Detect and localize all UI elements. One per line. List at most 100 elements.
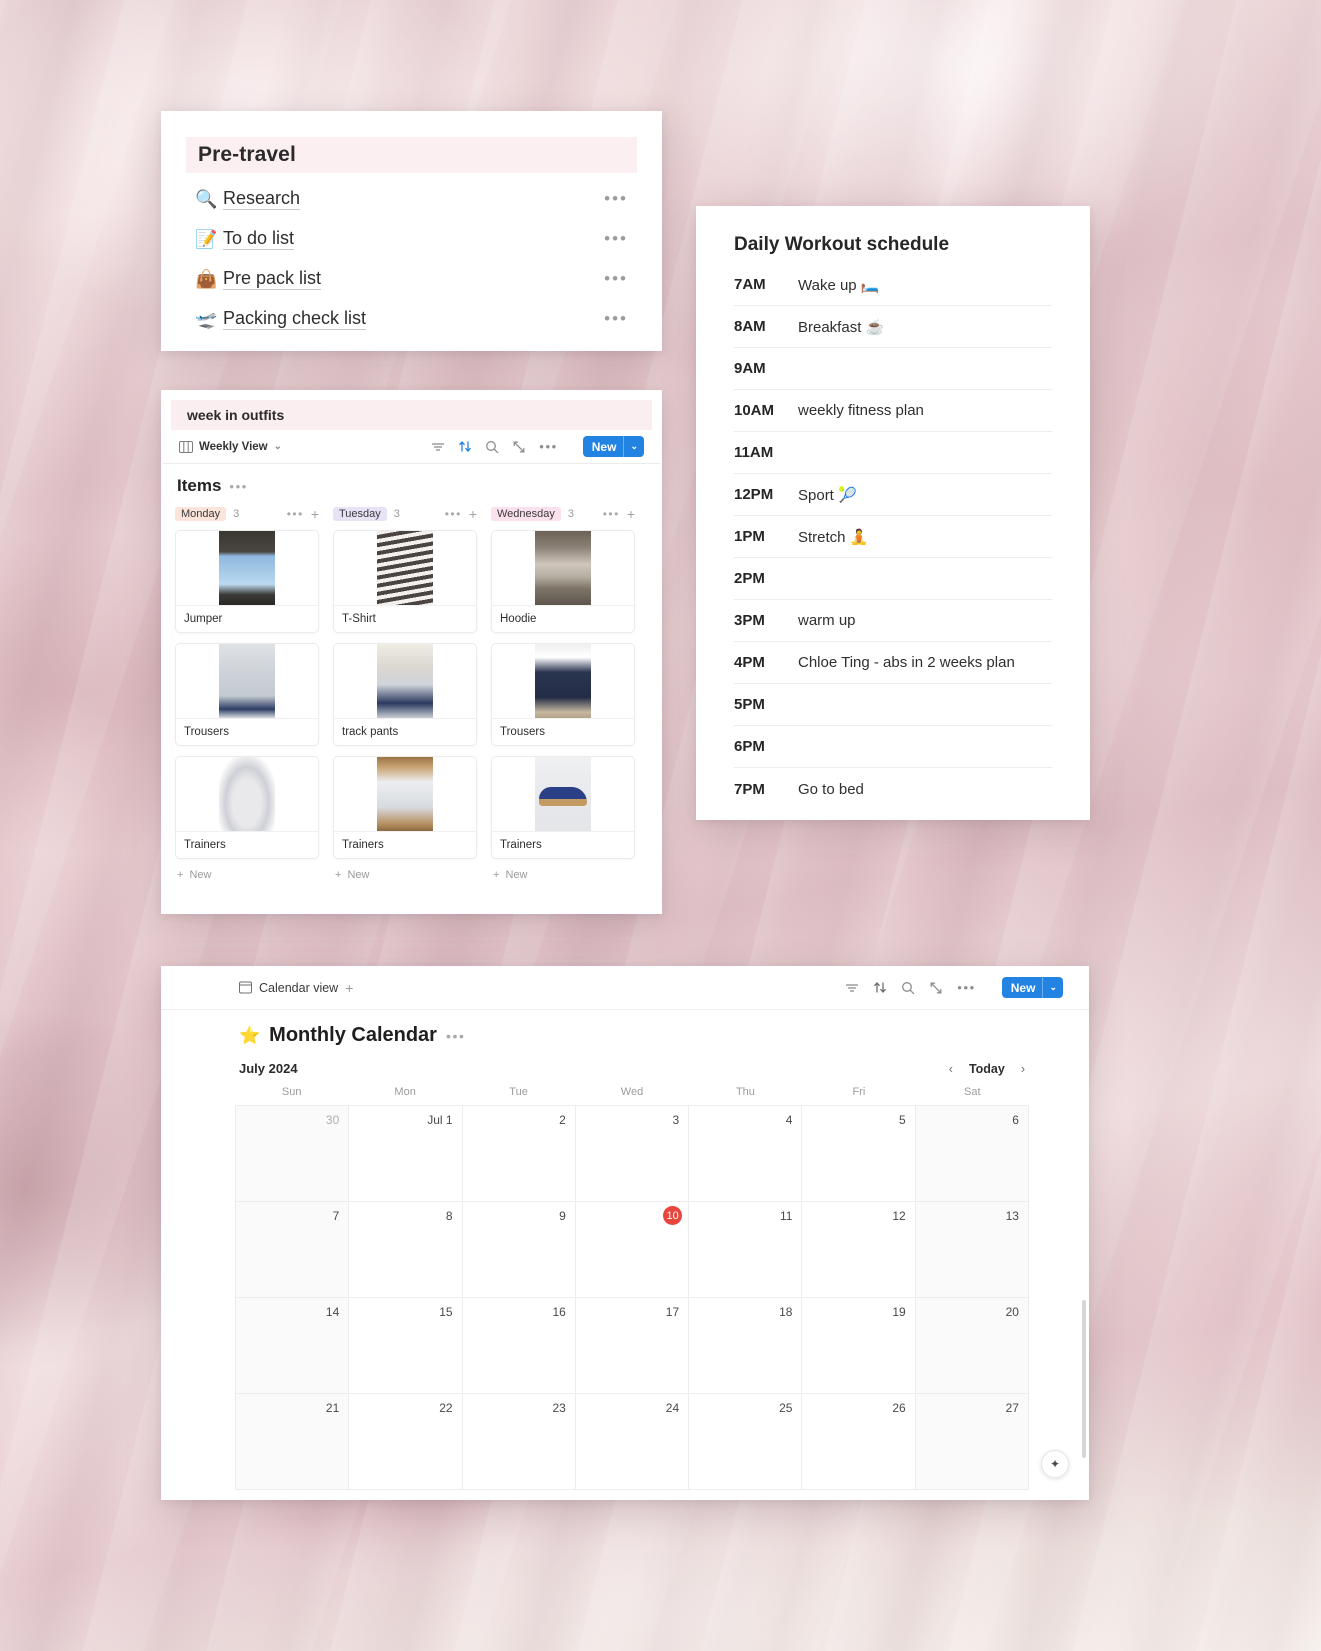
expand-icon[interactable] — [512, 440, 526, 454]
outfits-view-selector[interactable]: Weekly View ⌄ — [179, 440, 282, 453]
calendar-day-cell[interactable]: 21 — [236, 1394, 350, 1490]
calendar-day-cell[interactable]: 15 — [349, 1298, 463, 1394]
outfit-card[interactable]: T-Shirt — [333, 530, 477, 633]
workout-row[interactable]: 3PM warm up — [734, 600, 1052, 642]
today-button[interactable]: Today — [969, 1062, 1005, 1076]
calendar-day-cell[interactable]: 16 — [462, 1298, 576, 1394]
pre-travel-item-more-icon[interactable]: ••• — [604, 309, 628, 329]
calendar-day-cell[interactable]: 4 — [689, 1106, 803, 1202]
workout-row[interactable]: 4PM Chloe Ting - abs in 2 weeks plan — [734, 642, 1052, 684]
column-more-icon[interactable]: ••• — [445, 507, 462, 521]
sort-icon[interactable] — [458, 440, 472, 453]
outfit-card[interactable]: Trousers — [491, 643, 635, 746]
calendar-day-cell[interactable]: 19 — [802, 1298, 916, 1394]
workout-row[interactable]: 7AM Wake up 🛏️ — [734, 264, 1052, 306]
calendar-day-cell[interactable]: 30 — [236, 1106, 350, 1202]
pre-travel-item-label[interactable]: To do list — [223, 228, 295, 251]
pre-travel-item[interactable]: 🔍 Research ••• — [183, 179, 640, 219]
page-title-more-icon[interactable]: ••• — [446, 1028, 466, 1044]
workout-row[interactable]: 2PM — [734, 558, 1052, 600]
outfit-card[interactable]: Jumper — [175, 530, 319, 633]
column-add-icon[interactable]: + — [627, 507, 635, 521]
new-button-chevron-down-icon[interactable]: ⌄ — [1043, 982, 1063, 993]
calendar-day-cell[interactable]: 27 — [915, 1394, 1029, 1490]
workout-task[interactable]: Go to bed — [798, 781, 864, 798]
pre-travel-item-more-icon[interactable]: ••• — [604, 269, 628, 289]
calendar-day-cell[interactable]: 3 — [575, 1106, 690, 1202]
calendar-day-cell[interactable]: 13 — [915, 1202, 1029, 1298]
search-icon[interactable] — [901, 981, 915, 995]
calendar-day-cell[interactable]: 25 — [689, 1394, 803, 1490]
pre-travel-item[interactable]: 🛫 Packing check list ••• — [183, 299, 640, 339]
outfits-items-more-icon[interactable]: ••• — [229, 479, 247, 494]
add-outfit-row[interactable]: + New — [333, 869, 477, 881]
calendar-day-cell[interactable]: 26 — [802, 1394, 916, 1490]
calendar-day-cell[interactable]: 11 — [689, 1202, 803, 1298]
calendar-day-cell[interactable]: 8 — [349, 1202, 463, 1298]
workout-row[interactable]: 7PM Go to bed — [734, 768, 1052, 810]
pre-travel-item[interactable]: 👜 Pre pack list ••• — [183, 259, 640, 299]
workout-task[interactable]: Sport 🎾 — [798, 486, 857, 504]
add-outfit-row[interactable]: + New — [491, 869, 635, 881]
calendar-day-cell[interactable]: 12 — [802, 1202, 916, 1298]
calendar-day-cell[interactable]: 9 — [462, 1202, 576, 1298]
workout-row[interactable]: 8AM Breakfast ☕ — [734, 306, 1052, 348]
more-options-icon[interactable]: ••• — [539, 439, 557, 454]
outfit-card[interactable]: Trainers — [491, 756, 635, 859]
add-outfit-row[interactable]: + New — [175, 869, 319, 881]
outfit-card[interactable]: Trousers — [175, 643, 319, 746]
calendar-view-selector[interactable]: Calendar view + — [239, 980, 353, 996]
calendar-day-cell[interactable]: 22 — [349, 1394, 463, 1490]
calendar-scrollbar[interactable] — [1082, 1300, 1086, 1458]
workout-task[interactable]: Wake up 🛏️ — [798, 276, 879, 294]
outfit-card[interactable]: Trainers — [175, 756, 319, 859]
day-chip[interactable]: Tuesday — [333, 507, 387, 521]
workout-row[interactable]: 12PM Sport 🎾 — [734, 474, 1052, 516]
workout-row[interactable]: 1PM Stretch 🧘 — [734, 516, 1052, 558]
workout-task[interactable]: Stretch 🧘 — [798, 528, 868, 546]
calendar-day-cell[interactable]: 18 — [689, 1298, 803, 1394]
filter-icon[interactable] — [845, 982, 859, 994]
filter-icon[interactable] — [431, 441, 445, 453]
calendar-day-cell[interactable]: 6 — [915, 1106, 1029, 1202]
outfit-card[interactable]: Hoodie — [491, 530, 635, 633]
workout-row[interactable]: 5PM — [734, 684, 1052, 726]
calendar-day-cell[interactable]: 17 — [575, 1298, 690, 1394]
workout-task[interactable]: weekly fitness plan — [798, 402, 924, 419]
ai-sparkle-button[interactable]: ✦ — [1041, 1450, 1069, 1478]
outfits-new-button[interactable]: New ⌄ — [582, 436, 644, 457]
column-add-icon[interactable]: + — [311, 507, 319, 521]
day-chip[interactable]: Monday — [175, 507, 227, 521]
next-month-icon[interactable]: › — [1021, 1062, 1025, 1076]
day-chip[interactable]: Wednesday — [491, 507, 561, 521]
calendar-day-cell[interactable]: 24 — [575, 1394, 690, 1490]
calendar-day-cell[interactable]: 14 — [236, 1298, 350, 1394]
workout-row[interactable]: 11AM — [734, 432, 1052, 474]
column-more-icon[interactable]: ••• — [287, 507, 304, 521]
pre-travel-item-more-icon[interactable]: ••• — [604, 189, 628, 209]
search-icon[interactable] — [485, 440, 499, 454]
workout-task[interactable]: warm up — [798, 612, 856, 629]
workout-row[interactable]: 9AM — [734, 348, 1052, 390]
workout-task[interactable]: Breakfast ☕ — [798, 318, 884, 336]
column-more-icon[interactable]: ••• — [603, 507, 620, 521]
add-view-icon[interactable]: + — [345, 980, 353, 996]
workout-row[interactable]: 6PM — [734, 726, 1052, 768]
calendar-day-cell[interactable]: Jul 1 — [349, 1106, 463, 1202]
pre-travel-item-more-icon[interactable]: ••• — [604, 229, 628, 249]
pre-travel-item[interactable]: 📝 To do list ••• — [183, 219, 640, 259]
workout-row[interactable]: 10AM weekly fitness plan — [734, 390, 1052, 432]
sort-icon[interactable] — [873, 981, 887, 994]
column-add-icon[interactable]: + — [469, 507, 477, 521]
outfit-card[interactable]: track pants — [333, 643, 477, 746]
calendar-day-cell[interactable]: 23 — [462, 1394, 576, 1490]
pre-travel-item-label[interactable]: Packing check list — [223, 308, 367, 331]
workout-task[interactable]: Chloe Ting - abs in 2 weeks plan — [798, 654, 1015, 671]
pre-travel-item-label[interactable]: Pre pack list — [223, 268, 322, 291]
pre-travel-item-label[interactable]: Research — [223, 188, 301, 211]
expand-icon[interactable] — [929, 981, 943, 995]
new-button-chevron-down-icon[interactable]: ⌄ — [624, 441, 644, 452]
outfit-card[interactable]: Trainers — [333, 756, 477, 859]
calendar-day-cell[interactable]: 10 — [575, 1202, 690, 1298]
calendar-day-cell[interactable]: 7 — [236, 1202, 350, 1298]
